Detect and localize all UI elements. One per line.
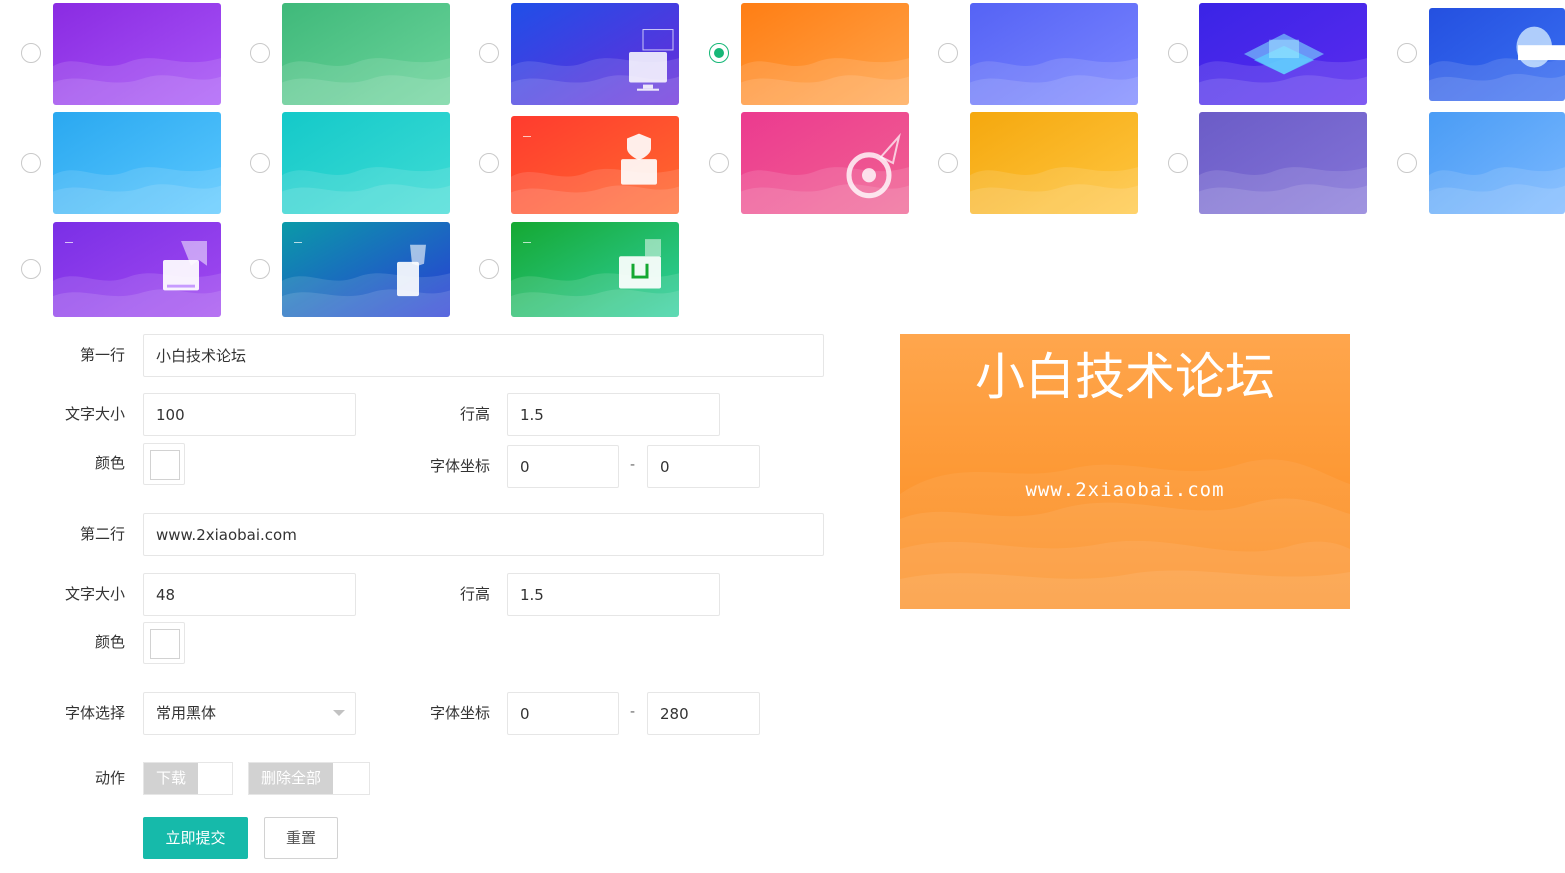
template-radio-t1[interactable]	[21, 43, 41, 63]
template-radio-t3[interactable]	[479, 43, 499, 63]
line1-coord-separator: -	[630, 457, 636, 473]
line1-text-input[interactable]	[143, 334, 824, 377]
template-radio-t13[interactable]	[1168, 153, 1188, 173]
template-radio-t8[interactable]	[21, 153, 41, 173]
template-radio-t6[interactable]	[1168, 43, 1188, 63]
template-thumbnail-green-wave[interactable]	[282, 3, 450, 105]
line1-font-size-input[interactable]	[143, 393, 356, 436]
download-toggle-label: 下载	[144, 763, 199, 794]
line2-font-size-label: 文字大小	[64, 585, 125, 603]
preview-line2-text: www.2xiaobai.com	[1025, 479, 1225, 501]
template-radio-t2[interactable]	[250, 43, 270, 63]
delete-all-toggle[interactable]: 删除全部	[248, 762, 370, 795]
font-coord-label: 字体坐标	[429, 704, 490, 722]
template-radio-t10[interactable]	[479, 153, 499, 173]
template-radio-t16[interactable]	[250, 259, 270, 279]
line1-label: 第一行	[79, 346, 125, 364]
template-thumbnail-green-ui[interactable]	[511, 222, 679, 317]
template-thumbnail-indigo-wave[interactable]	[970, 3, 1138, 105]
font-coord-separator: -	[630, 704, 636, 720]
line2-color-swatch	[150, 629, 180, 659]
line1-line-height-label: 行高	[459, 405, 490, 423]
template-thumbnail-purple-wave[interactable]	[53, 3, 221, 105]
line2-line-height-input[interactable]	[507, 573, 720, 616]
template-radio-t15[interactable]	[21, 259, 41, 279]
font-select[interactable]: 常用黑体	[143, 692, 356, 735]
font-coord-x-input[interactable]	[507, 692, 619, 735]
line1-line-height-input[interactable]	[507, 393, 720, 436]
template-radio-t12[interactable]	[938, 153, 958, 173]
template-radio-t17[interactable]	[479, 259, 499, 279]
template-radio-t11[interactable]	[709, 153, 729, 173]
template-thumbnail-blue-web[interactable]	[1429, 8, 1565, 101]
line2-color-picker[interactable]	[143, 622, 185, 664]
font-select-value: 常用黑体	[156, 704, 217, 722]
thumbnail-dash	[523, 242, 531, 243]
template-thumbnail-amber-wave[interactable]	[970, 112, 1138, 214]
template-radio-t4[interactable]	[709, 43, 729, 63]
download-toggle[interactable]: 下载	[143, 762, 233, 795]
font-select-label: 字体选择	[64, 704, 125, 722]
font-coord-y-input[interactable]	[647, 692, 760, 735]
template-thumbnail-blue-isometric[interactable]	[1199, 3, 1367, 105]
line2-text-input[interactable]	[143, 513, 824, 556]
template-thumbnail-teal-html5[interactable]	[282, 222, 450, 317]
reset-button[interactable]: 重置	[264, 817, 338, 859]
chevron-down-icon	[333, 710, 345, 716]
template-radio-t7[interactable]	[1397, 43, 1417, 63]
template-thumbnail-sky-wave[interactable]	[53, 112, 221, 214]
line1-font-size-label: 文字大小	[64, 405, 125, 423]
delete-all-toggle-switch	[333, 763, 369, 794]
line2-color-label: 颜色	[94, 633, 125, 651]
line1-color-swatch	[150, 450, 180, 480]
line1-color-label: 颜色	[94, 454, 125, 472]
template-thumbnail-teal-wave[interactable]	[282, 112, 450, 214]
thumbnail-dash	[65, 242, 73, 243]
template-radio-t5[interactable]	[938, 43, 958, 63]
template-thumbnail-magenta-target[interactable]	[741, 112, 909, 214]
template-thumbnail-red-security[interactable]	[511, 116, 679, 214]
line2-line-height-label: 行高	[459, 585, 490, 603]
download-toggle-switch	[198, 763, 232, 794]
template-radio-t9[interactable]	[250, 153, 270, 173]
actions-label: 动作	[94, 769, 125, 787]
poster-generator-page: 第一行 文字大小 行高 颜色 字体坐标 - 第二行 文字大小 行高 颜色 字体选…	[0, 0, 1565, 873]
template-thumbnail-orange-wave[interactable]	[741, 3, 909, 105]
thumbnail-dash	[523, 136, 531, 137]
template-thumbnail-blue-monitor[interactable]	[511, 3, 679, 105]
line1-coord-x-input[interactable]	[507, 445, 619, 488]
line2-font-size-input[interactable]	[143, 573, 356, 616]
line1-coord-label: 字体坐标	[429, 457, 490, 475]
preview-line1-text: 小白技术论坛	[975, 348, 1275, 406]
delete-all-toggle-label: 删除全部	[249, 763, 334, 794]
template-thumbnail-purple-ajax[interactable]	[53, 222, 221, 317]
line2-label: 第二行	[79, 525, 125, 543]
line1-color-picker[interactable]	[143, 443, 185, 485]
line1-coord-y-input[interactable]	[647, 445, 760, 488]
thumbnail-dash	[294, 242, 302, 243]
template-thumbnail-violet-wave[interactable]	[1199, 112, 1367, 214]
submit-button[interactable]: 立即提交	[143, 817, 248, 859]
template-thumbnail-lightblue-wave[interactable]	[1429, 112, 1565, 214]
template-radio-t14[interactable]	[1397, 153, 1417, 173]
